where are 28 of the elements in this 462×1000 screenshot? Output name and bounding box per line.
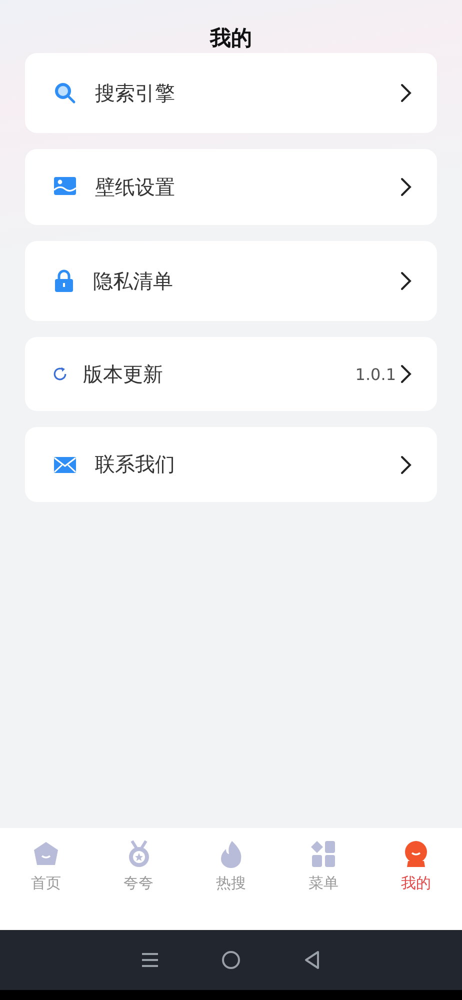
- lock-icon: [53, 269, 75, 293]
- page-title: 我的: [208, 25, 253, 52]
- grid-icon: [309, 840, 338, 868]
- menu-label: 壁纸设置: [95, 174, 176, 200]
- menu-item[interactable]: 壁纸设置: [25, 149, 437, 225]
- chevron-icon: [400, 364, 412, 384]
- menu-item[interactable]: 联系我们: [25, 427, 437, 502]
- menu-label: 联系我们: [95, 451, 176, 478]
- mail-icon: [53, 454, 77, 474]
- home-icon: [32, 840, 60, 868]
- menu-label: 版本更新: [83, 360, 164, 388]
- home-button-icon[interactable]: [221, 950, 241, 970]
- menu-item[interactable]: 版本更新 1.0.1: [25, 337, 437, 411]
- tab-item[interactable]: 我的: [370, 840, 462, 930]
- chevron-icon: [400, 177, 412, 197]
- chevron-icon: [400, 83, 412, 103]
- refresh-icon: [51, 365, 69, 383]
- back-icon[interactable]: [303, 950, 321, 970]
- menu-icon[interactable]: [141, 952, 159, 968]
- image-icon: [53, 176, 77, 198]
- chevron-icon: [400, 271, 412, 291]
- menu-label: 搜索引擎: [95, 80, 176, 106]
- version-number: 1.0.1: [355, 364, 396, 384]
- menu-item[interactable]: 搜索引擎: [25, 53, 437, 133]
- chevron-icon: [400, 454, 412, 474]
- menu-item[interactable]: 隐私清单: [25, 241, 437, 321]
- search-icon: [53, 81, 77, 105]
- menu-label: 隐私清单: [93, 268, 174, 294]
